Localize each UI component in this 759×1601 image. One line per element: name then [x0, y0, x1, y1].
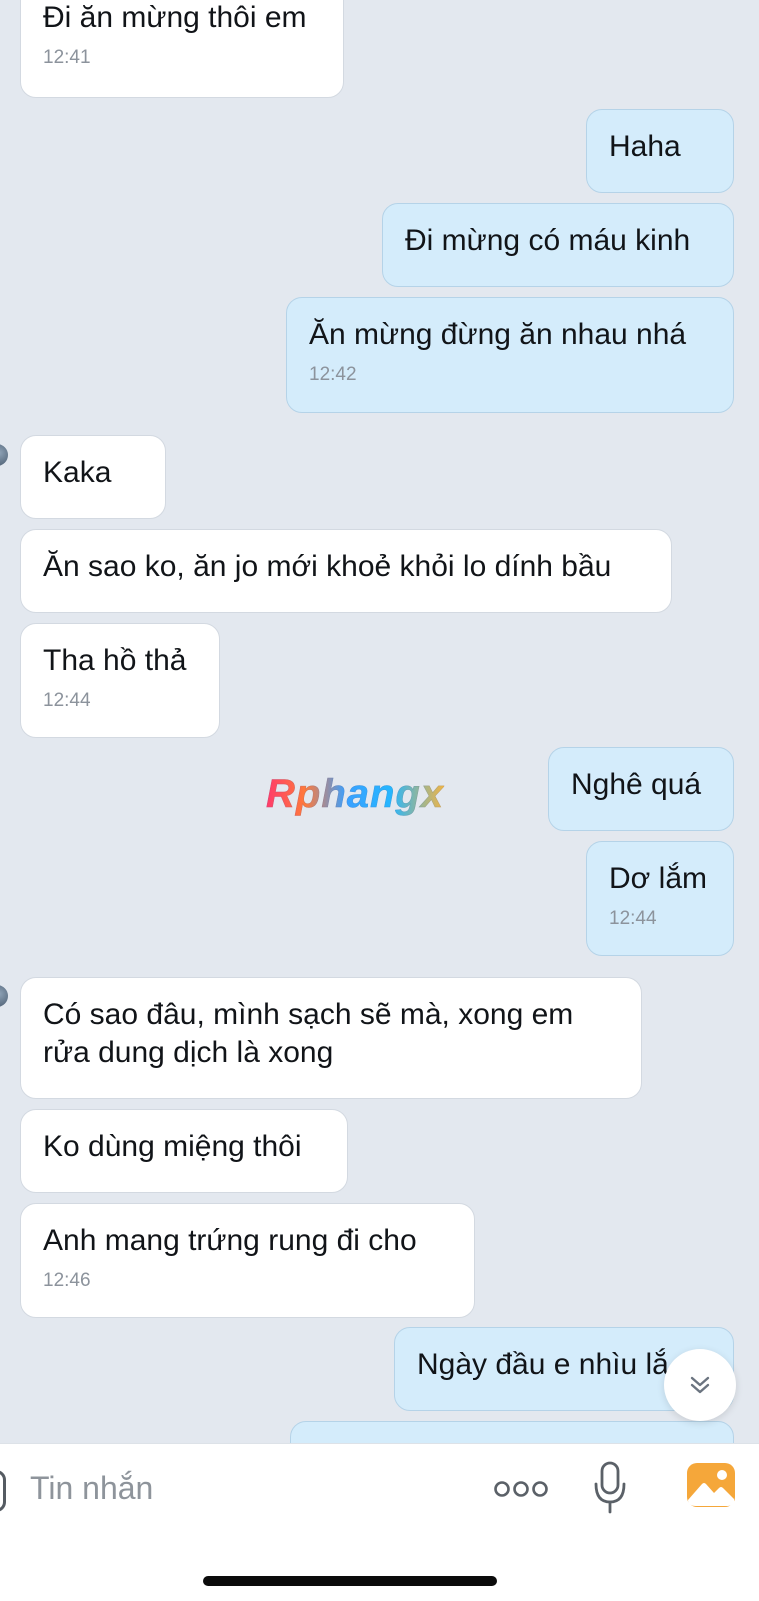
message-time: 12:46 — [43, 1270, 91, 1291]
message-text: Kaka — [43, 456, 112, 489]
outgoing-message[interactable]: Đi mừng có máu kinh — [382, 203, 734, 287]
message-time: 12:44 — [43, 690, 91, 711]
message-text: Anh mang trứng rung đi cho — [43, 1224, 417, 1257]
outgoing-message[interactable]: Dơ lắm 12:44 — [586, 841, 734, 956]
incoming-message[interactable]: Tha hồ thả 12:44 — [20, 623, 220, 738]
avatar[interactable] — [0, 444, 8, 466]
chat-message-list[interactable]: Đi ăn mừng thôi em 12:41 Haha Đi mừng có… — [0, 0, 759, 1443]
microphone-icon[interactable] — [592, 1460, 628, 1516]
message-text: Đi mừng có máu kinh — [405, 224, 691, 257]
watermark-logo: Rphangx — [266, 772, 445, 817]
home-indicator — [203, 1576, 497, 1586]
image-icon[interactable] — [686, 1462, 736, 1508]
message-text: Có sao đâu, mình sạch sẽ mà, xong em rửa… — [43, 998, 574, 1069]
incoming-message[interactable]: Đi ăn mừng thôi em 12:41 — [20, 0, 344, 98]
double-chevron-down-icon — [690, 1376, 710, 1394]
message-text: Tha hồ thả — [43, 644, 187, 677]
message-text: Đi ăn mừng thôi em — [43, 1, 307, 34]
message-time: 12:42 — [309, 364, 357, 385]
message-time: 12:41 — [43, 47, 91, 68]
incoming-message[interactable]: Anh mang trứng rung đi cho 12:46 — [20, 1203, 475, 1318]
incoming-message[interactable]: Kaka — [20, 435, 166, 519]
incoming-message[interactable]: Ăn sao ko, ăn jo mới khoẻ khỏi lo dính b… — [20, 529, 672, 613]
incoming-message[interactable]: Có sao đâu, mình sạch sẽ mà, xong em rửa… — [20, 977, 642, 1099]
sticker-icon[interactable] — [0, 1470, 6, 1512]
message-text: Haha — [609, 130, 681, 163]
message-time: 12:44 — [609, 908, 657, 929]
message-text: Ăn sao ko, ăn jo mới khoẻ khỏi lo dính b… — [43, 550, 612, 583]
outgoing-message[interactable] — [290, 1421, 734, 1443]
outgoing-message[interactable]: Haha — [586, 109, 734, 193]
incoming-message[interactable]: Ko dùng miệng thôi — [20, 1109, 348, 1193]
message-input[interactable]: Tin nhắn — [30, 1466, 153, 1510]
message-text: Dơ lắm — [609, 862, 708, 895]
avatar[interactable] — [0, 985, 8, 1007]
more-icon[interactable] — [493, 1474, 549, 1504]
scroll-to-bottom-button[interactable] — [664, 1349, 736, 1421]
message-text: Nghê quá — [571, 768, 702, 801]
message-text: Ăn mừng đừng ăn nhau nhá — [309, 318, 687, 351]
outgoing-message[interactable]: Nghê quá — [548, 747, 734, 831]
outgoing-message[interactable]: Ăn mừng đừng ăn nhau nhá 12:42 — [286, 297, 734, 413]
message-text: Ko dùng miệng thôi — [43, 1130, 302, 1163]
